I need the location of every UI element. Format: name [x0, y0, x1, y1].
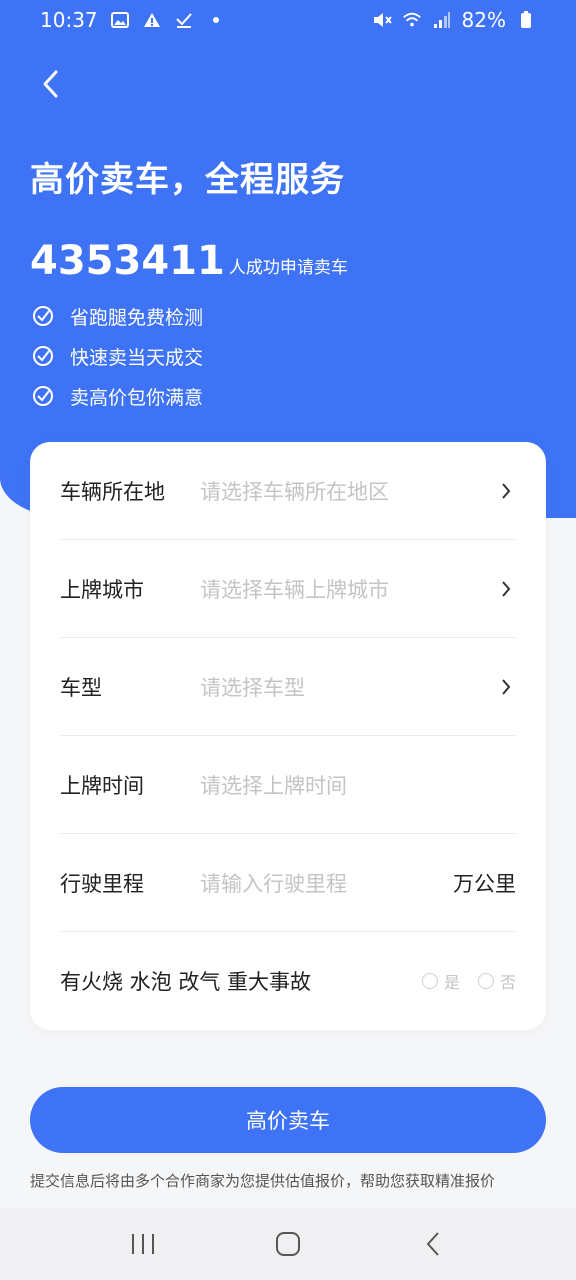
recent-apps-icon — [131, 1234, 154, 1254]
mileage-label: 行驶里程 — [60, 871, 144, 896]
accident-no-radio[interactable]: 否 — [477, 969, 516, 993]
radio-circle-icon — [421, 973, 438, 989]
signal-icon — [432, 10, 452, 30]
submit-button[interactable]: 高价卖车 — [30, 1087, 546, 1153]
dot-icon — [206, 10, 226, 30]
model-label: 车型 — [60, 675, 102, 700]
recent-apps-button[interactable] — [123, 1224, 163, 1264]
circle-check-icon — [32, 385, 54, 407]
applicant-count: 4353411 人成功申请卖车 — [30, 238, 348, 284]
circle-check-icon — [32, 305, 54, 327]
mileage-unit: 万公里 — [453, 871, 516, 896]
chevron-left-icon — [43, 70, 58, 98]
feature-item: 快速卖当天成交 — [32, 336, 203, 376]
plate-city-label: 上牌城市 — [60, 577, 144, 602]
model-select[interactable]: 请选择车型 — [200, 672, 496, 702]
feature-item: 省跑腿免费检测 — [32, 296, 203, 336]
system-nav-bar — [0, 1208, 576, 1280]
radio-circle-icon — [477, 973, 494, 989]
mileage-row: 行驶里程 请输入行驶里程 万公里 — [60, 834, 516, 932]
location-row[interactable]: 车辆所在地 请选择车辆所在地区 — [60, 442, 516, 540]
accident-label: 有火烧 水泡 改气 重大事故 — [60, 970, 312, 994]
feature-item: 卖高价包你满意 — [32, 376, 203, 416]
location-label: 车辆所在地 — [60, 479, 165, 504]
mileage-input[interactable]: 请输入行驶里程 — [200, 868, 453, 898]
feature-list: 省跑腿免费检测 快速卖当天成交 卖高价包你满意 — [32, 296, 203, 416]
feature-text: 快速卖当天成交 — [70, 346, 204, 369]
accident-row: 有火烧 水泡 改气 重大事故 是 否 — [60, 932, 516, 1030]
mute-icon — [372, 10, 392, 30]
home-icon — [275, 1232, 300, 1256]
back-button[interactable] — [30, 62, 70, 106]
home-button[interactable] — [268, 1224, 308, 1264]
image-icon — [110, 10, 130, 30]
page-title: 高价卖车，全程服务 — [30, 160, 345, 200]
feature-text: 卖高价包你满意 — [70, 386, 204, 409]
status-bar: 10:37 82% — [0, 0, 576, 40]
radio-label: 是 — [443, 973, 460, 992]
count-number: 4353411 — [30, 238, 225, 284]
location-select[interactable]: 请选择车辆所在地区 — [200, 476, 496, 506]
plate-time-row[interactable]: 上牌时间 请选择上牌时间 — [60, 736, 516, 834]
back-nav-button[interactable] — [413, 1224, 453, 1264]
plate-time-select[interactable]: 请选择上牌时间 — [200, 770, 516, 800]
status-time: 10:37 — [40, 8, 98, 32]
warning-icon — [142, 10, 162, 30]
model-row[interactable]: 车型 请选择车型 — [60, 638, 516, 736]
wifi-icon — [402, 10, 422, 30]
radio-label: 否 — [499, 973, 516, 992]
chevron-right-icon — [496, 579, 516, 599]
sell-car-form: 车辆所在地 请选择车辆所在地区 上牌城市 请选择车辆上牌城市 车型 请选择车型 … — [30, 442, 546, 1030]
plate-city-row[interactable]: 上牌城市 请选择车辆上牌城市 — [60, 540, 516, 638]
submit-notice: 提交信息后将由多个合作商家为您提供估值报价，帮助您获取精准报价 — [30, 1172, 496, 1190]
accident-yes-radio[interactable]: 是 — [421, 969, 460, 993]
count-text: 人成功申请卖车 — [228, 258, 348, 278]
accident-radio-group: 是 否 — [421, 969, 516, 993]
plate-time-label: 上牌时间 — [60, 773, 144, 798]
back-nav-icon — [426, 1232, 440, 1256]
chevron-right-icon — [496, 677, 516, 697]
battery-icon — [516, 10, 536, 30]
check-icon — [174, 10, 194, 30]
plate-city-select[interactable]: 请选择车辆上牌城市 — [200, 574, 496, 604]
circle-check-icon — [32, 345, 54, 367]
battery-level: 82% — [461, 8, 506, 32]
chevron-right-icon — [496, 481, 516, 501]
feature-text: 省跑腿免费检测 — [70, 306, 204, 329]
